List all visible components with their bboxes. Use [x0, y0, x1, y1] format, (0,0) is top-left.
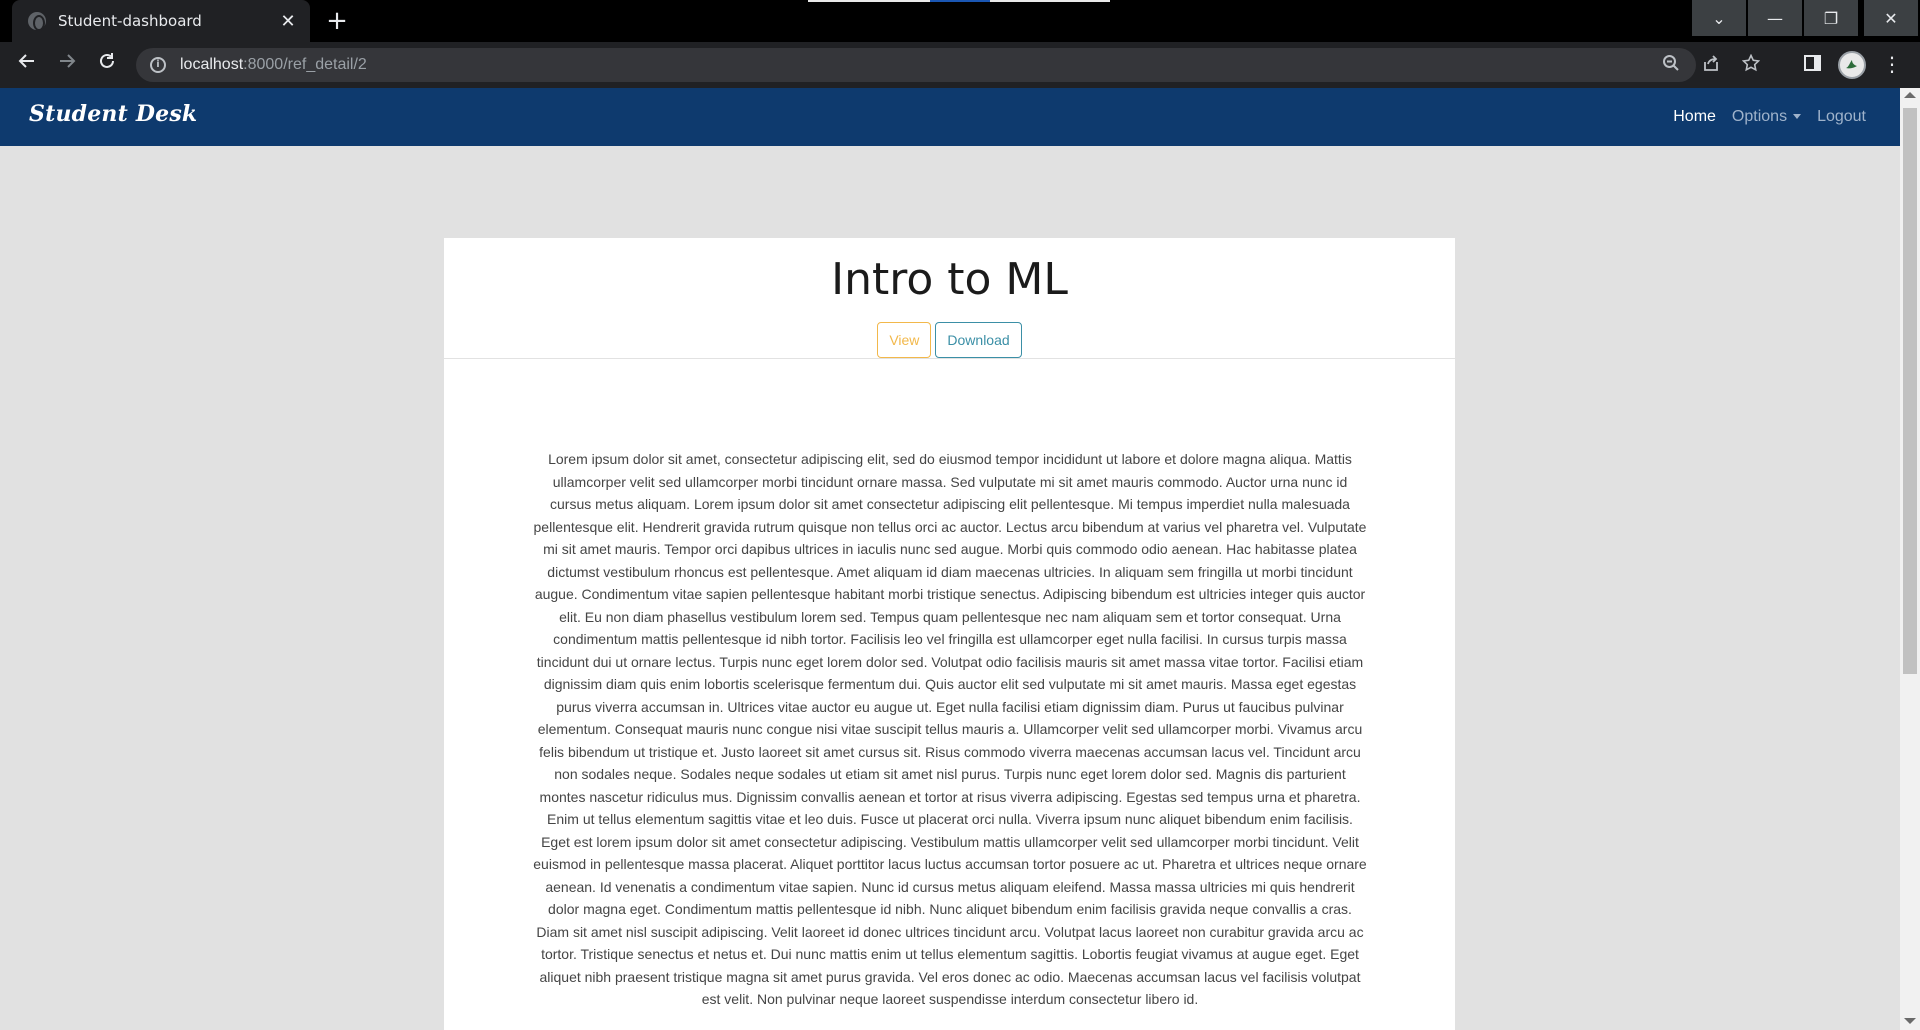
browser-menu-icon[interactable]: ⋮: [1882, 51, 1902, 79]
scroll-thumb[interactable]: [1903, 108, 1917, 674]
forward-button[interactable]: [51, 49, 83, 81]
restore-button[interactable]: ❐: [1804, 0, 1858, 36]
side-panel-icon: [1803, 55, 1821, 71]
window-drag-indicator-accent: [930, 0, 990, 2]
star-icon[interactable]: [1740, 53, 1762, 76]
forward-icon: [60, 54, 76, 68]
globe-icon: [28, 12, 46, 31]
page-title: Intro to ML: [831, 254, 1068, 305]
scroll-down-icon[interactable]: [1904, 1018, 1916, 1024]
page-viewport: Student Desk Home Options Logout Intro t…: [0, 88, 1900, 1030]
minimize-button[interactable]: —: [1748, 0, 1802, 36]
site-navbar: Student Desk Home Options Logout: [0, 88, 1900, 146]
nav-options-dropdown[interactable]: Options: [1731, 108, 1802, 126]
reference-description: Lorem ipsum dolor sit amet, consectetur …: [533, 451, 1367, 1007]
tab-title: Student-dashboard: [58, 12, 202, 30]
browser-toolbar: i localhost:8000/ref_detail/2 ⋮: [0, 42, 1920, 88]
info-icon[interactable]: i: [150, 57, 166, 73]
caret-down-icon: [1793, 114, 1802, 120]
view-button[interactable]: View: [877, 322, 932, 358]
tab-search-button[interactable]: ⌄: [1692, 0, 1746, 36]
page-scrollbar[interactable]: [1900, 88, 1920, 1030]
back-button[interactable]: [11, 49, 43, 81]
url-path: :8000/ref_detail/2: [243, 56, 367, 73]
nav-links: Home Options Logout: [1657, 88, 1866, 146]
browser-tab-strip: Student-dashboard ✕ + ⌄ — ❐ ✕: [0, 0, 1920, 42]
scroll-up-icon[interactable]: [1904, 92, 1916, 98]
share-icon[interactable]: [1700, 54, 1722, 76]
address-bar[interactable]: i localhost:8000/ref_detail/2: [136, 48, 1761, 82]
profile-avatar[interactable]: [1838, 51, 1866, 79]
close-window-button[interactable]: ✕: [1864, 0, 1918, 36]
side-panel-button[interactable]: [1800, 51, 1824, 75]
reload-button[interactable]: [91, 49, 123, 81]
reload-icon: [100, 53, 114, 68]
avatar-image: [1840, 53, 1864, 77]
nav-options-label: Options: [1731, 108, 1788, 125]
download-button[interactable]: Download: [935, 322, 1022, 358]
action-buttons: View Download: [444, 322, 1455, 358]
browser-tab[interactable]: Student-dashboard ✕: [12, 0, 310, 42]
url-text[interactable]: localhost:8000/ref_detail/2: [180, 56, 367, 74]
nav-home-link[interactable]: Home: [1673, 108, 1716, 126]
back-icon: [18, 54, 34, 68]
zoom-icon[interactable]: [1660, 54, 1682, 76]
new-tab-button[interactable]: +: [322, 6, 352, 36]
tab-close-icon[interactable]: ✕: [278, 11, 298, 32]
site-brand[interactable]: Student Desk: [29, 101, 197, 127]
reference-card: Intro to ML View Download Lorem ipsum do…: [444, 238, 1455, 1030]
nav-logout-link[interactable]: Logout: [1817, 108, 1866, 126]
card-header: Intro to ML View Download: [444, 238, 1455, 359]
url-host: localhost: [180, 56, 244, 73]
